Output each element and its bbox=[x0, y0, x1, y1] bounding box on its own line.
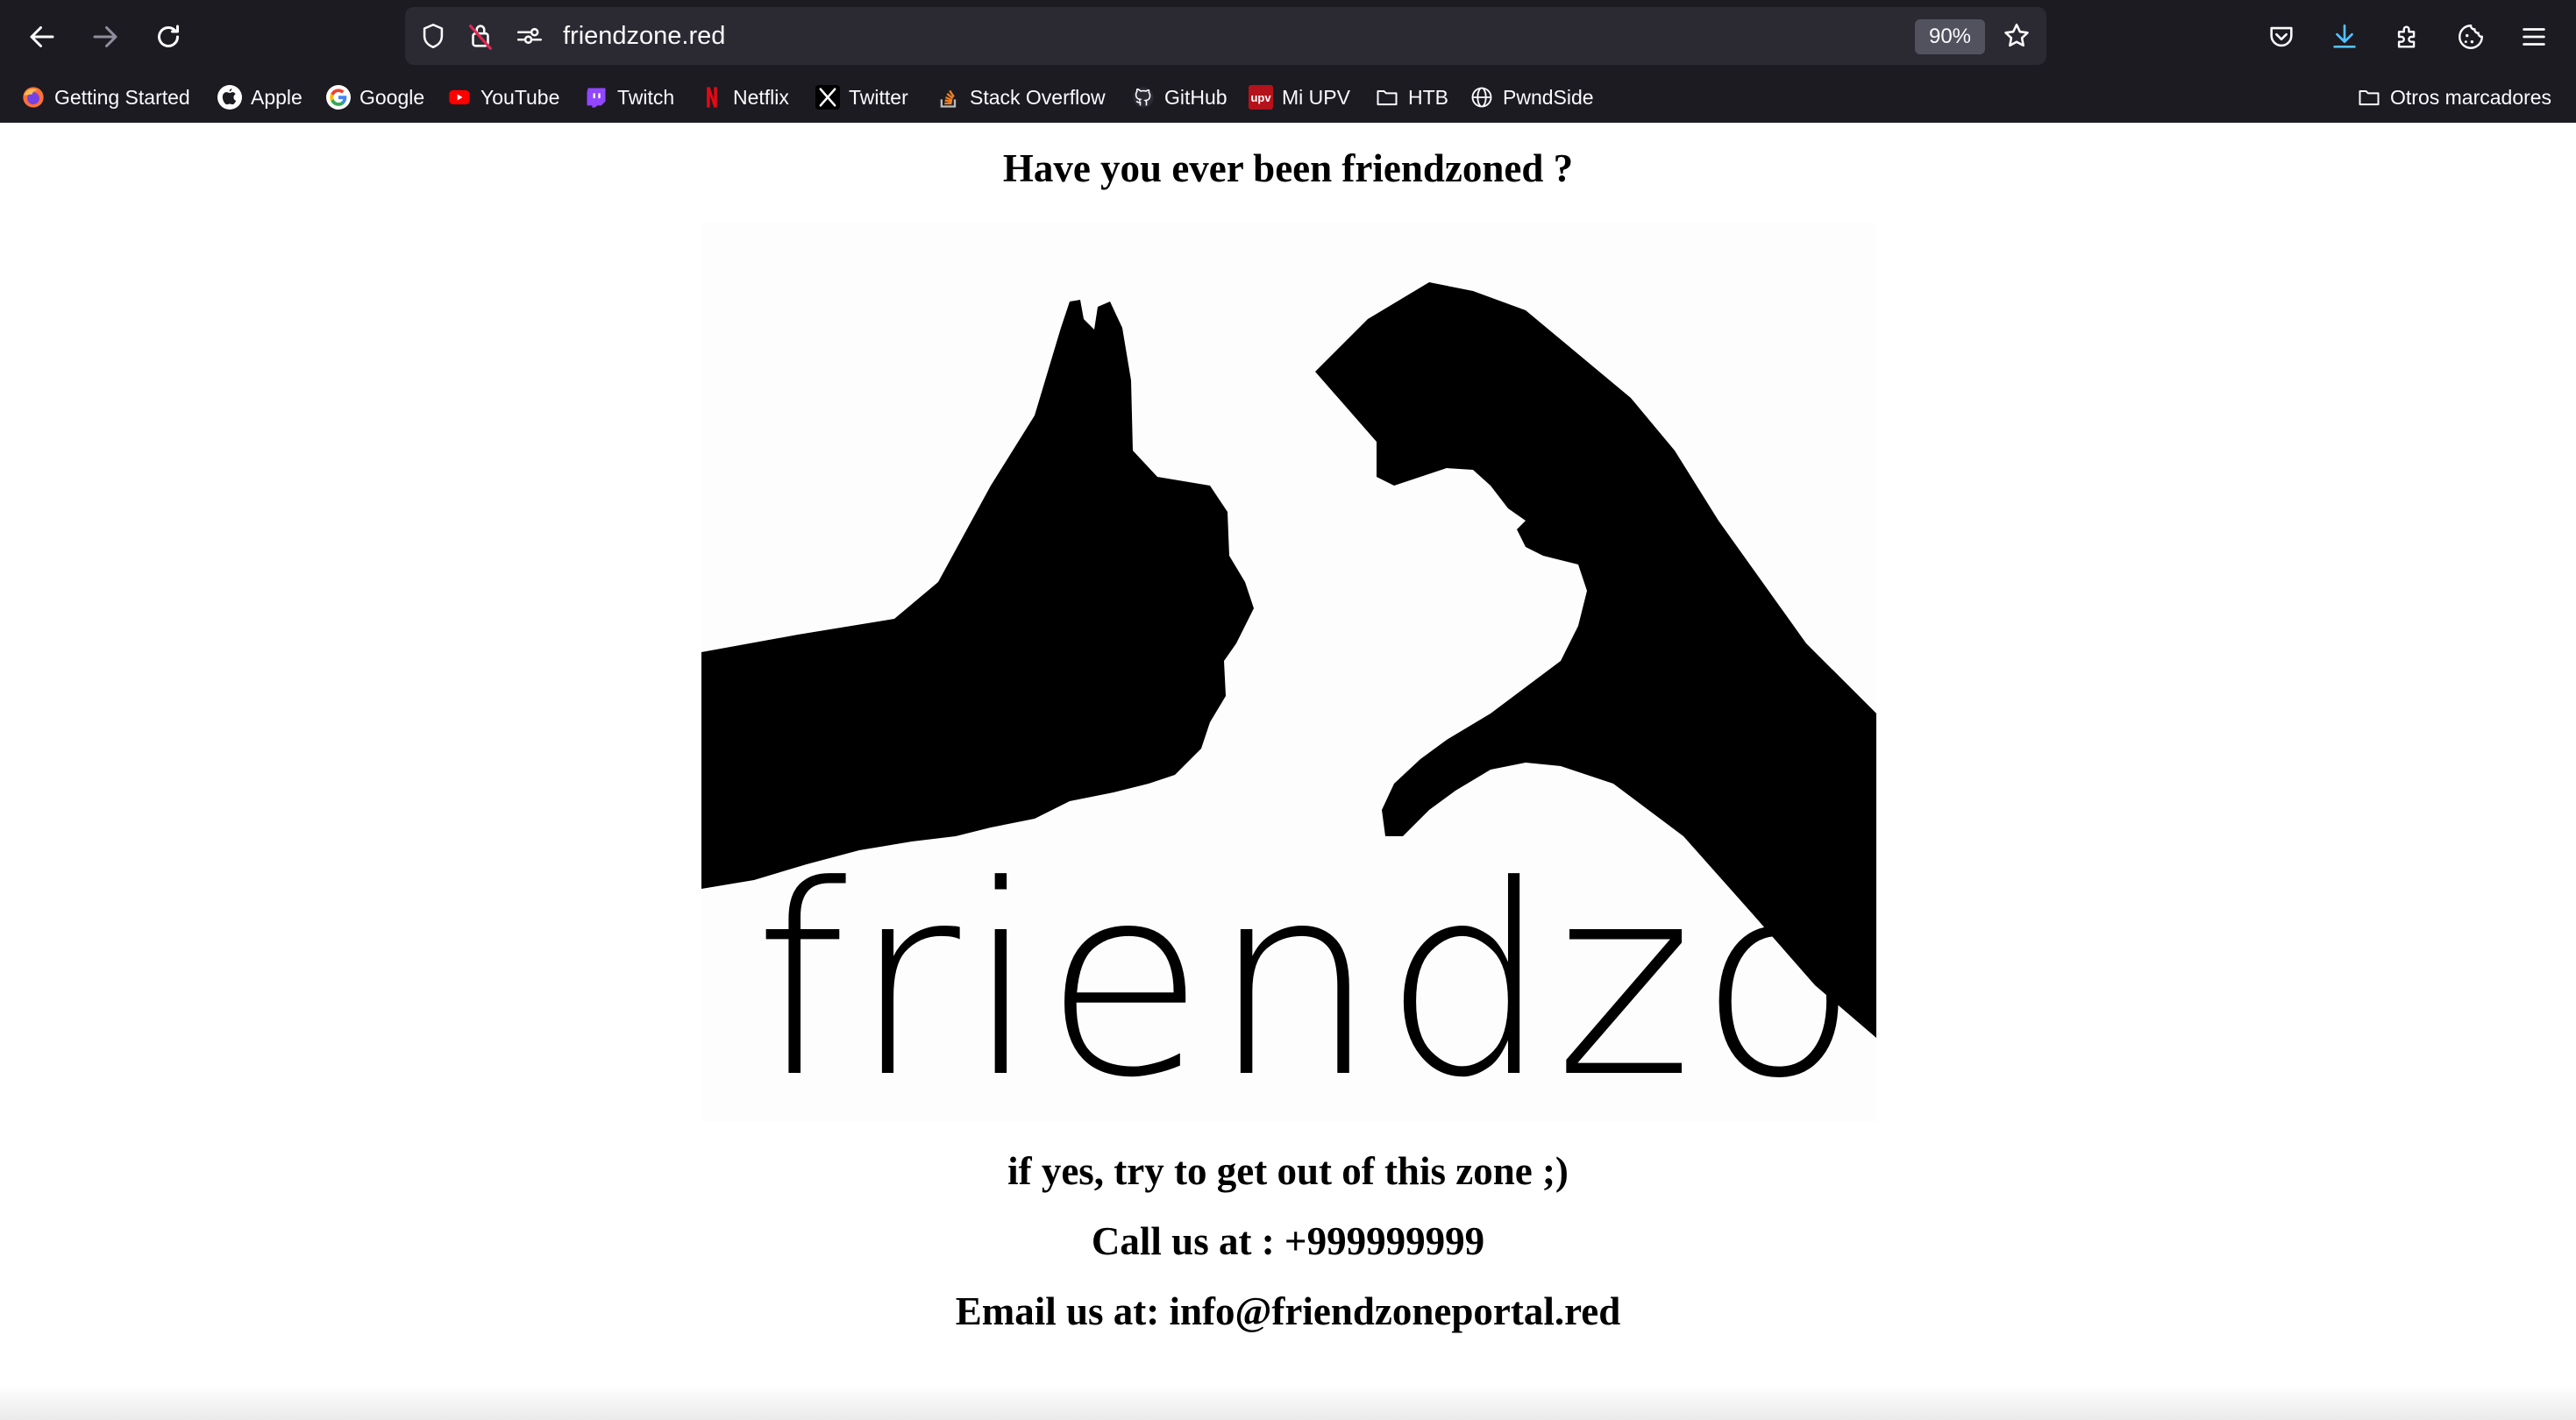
bookmark-label: Netflix bbox=[733, 85, 789, 109]
url-bar[interactable]: friendzone.red 90% bbox=[405, 7, 2046, 65]
bookmark-twitter[interactable]: Twitter bbox=[815, 79, 908, 116]
bookmark-netflix[interactable]: Netflix bbox=[700, 79, 789, 116]
bookmark-label: PwndSide bbox=[1503, 85, 1594, 109]
globe-icon bbox=[1469, 85, 1494, 110]
upv-icon: upv bbox=[1249, 85, 1273, 110]
zoom-level-badge[interactable]: 90% bbox=[1915, 19, 1985, 54]
bookmark-pwndside[interactable]: PwndSide bbox=[1469, 79, 1594, 116]
bookmark-label: Apple bbox=[251, 85, 302, 109]
pocket-button[interactable] bbox=[2262, 18, 2301, 56]
x-icon bbox=[815, 85, 840, 110]
web-page: Have you ever been friendzoned ? friendz… bbox=[0, 123, 2576, 1420]
bookmark-label: Twitch bbox=[617, 85, 675, 109]
bookmark-label: HTB bbox=[1408, 85, 1448, 109]
bookmark-label: Stack Overflow bbox=[970, 85, 1106, 109]
apple-icon bbox=[217, 85, 242, 110]
bookmark-label: Mi UPV bbox=[1282, 85, 1350, 109]
phone-contact-text: Call us at : +999999999 bbox=[1091, 1219, 1485, 1263]
bookmark-label: Google bbox=[359, 85, 425, 109]
other-bookmarks-folder[interactable]: Otros marcadores bbox=[2357, 79, 2551, 116]
other-bookmarks-label: Otros marcadores bbox=[2390, 85, 2552, 109]
bookmark-label: Twitter bbox=[849, 85, 908, 109]
bookmark-github[interactable]: GitHub bbox=[1131, 79, 1228, 116]
shield-icon bbox=[423, 23, 444, 49]
bookmark-label: GitHub bbox=[1164, 85, 1228, 109]
folder-icon bbox=[1375, 85, 1399, 110]
bookmarks-toolbar: Getting Started Apple Google YouTube Twi… bbox=[0, 79, 2576, 116]
email-contact-text: Email us at: info@friendzoneportal.red bbox=[955, 1289, 1621, 1333]
folder-icon bbox=[2357, 85, 2381, 110]
bookmark-youtube[interactable]: YouTube bbox=[447, 79, 559, 116]
star-icon bbox=[2004, 23, 2029, 47]
hamburger-menu-icon bbox=[2523, 28, 2545, 46]
youtube-icon bbox=[447, 85, 472, 110]
permissions-icon bbox=[516, 27, 543, 45]
netflix-icon bbox=[700, 85, 724, 110]
download-icon bbox=[2333, 24, 2356, 48]
insecure-lock-icon bbox=[469, 25, 492, 50]
bookmark-mi-upv[interactable]: upv Mi UPV bbox=[1249, 79, 1350, 116]
bottom-edge-shadow bbox=[0, 1385, 2576, 1420]
friendzone-logo-image: friendzone bbox=[701, 223, 1876, 1122]
github-icon bbox=[1131, 85, 1156, 110]
bookmark-label: Getting Started bbox=[54, 85, 190, 109]
cookie-extension-button[interactable] bbox=[2451, 18, 2490, 56]
bookmark-apple[interactable]: Apple bbox=[217, 79, 302, 116]
tagline-text: if yes, try to get out of this zone ;) bbox=[1007, 1149, 1569, 1193]
puzzle-icon bbox=[2397, 25, 2416, 48]
browser-chrome: friendzone.red 90% Getting Started Apple… bbox=[0, 0, 2576, 123]
arrow-right-icon bbox=[93, 26, 117, 47]
reload-button[interactable] bbox=[147, 16, 189, 58]
bookmark-label: YouTube bbox=[480, 85, 560, 109]
bookmark-star-button[interactable] bbox=[2001, 20, 2032, 52]
bookmark-stack-overflow[interactable]: Stack Overflow bbox=[936, 79, 1106, 116]
tracking-protection-button[interactable] bbox=[417, 20, 449, 52]
cookie-icon bbox=[2459, 25, 2483, 49]
bookmark-twitch[interactable]: Twitch bbox=[584, 79, 674, 116]
page-title: Have you ever been friendzoned ? bbox=[1002, 146, 1574, 190]
arrow-left-icon bbox=[30, 26, 54, 47]
site-permissions-button[interactable] bbox=[514, 20, 545, 52]
logo-wordmark: friendzone bbox=[754, 829, 1876, 1122]
bookmark-getting-started[interactable]: Getting Started bbox=[21, 79, 190, 116]
bookmark-folder-htb[interactable]: HTB bbox=[1375, 79, 1448, 116]
twitch-icon bbox=[584, 85, 608, 110]
back-button[interactable] bbox=[21, 16, 63, 58]
hands-silhouette-image: friendzone bbox=[701, 223, 1876, 1122]
url-text[interactable]: friendzone.red bbox=[563, 7, 725, 65]
bookmark-google[interactable]: Google bbox=[326, 79, 424, 116]
google-icon bbox=[326, 85, 351, 110]
pocket-icon bbox=[2270, 26, 2293, 47]
extensions-button[interactable] bbox=[2388, 18, 2427, 56]
stackoverflow-icon bbox=[936, 85, 961, 110]
reload-icon bbox=[158, 25, 179, 47]
firefox-icon bbox=[21, 85, 46, 110]
forward-button[interactable] bbox=[84, 16, 126, 58]
browser-toolbar: friendzone.red 90% bbox=[0, 0, 2576, 74]
app-menu-button[interactable] bbox=[2515, 18, 2553, 56]
connection-not-secure-button[interactable] bbox=[465, 20, 496, 52]
downloads-button[interactable] bbox=[2325, 18, 2364, 56]
